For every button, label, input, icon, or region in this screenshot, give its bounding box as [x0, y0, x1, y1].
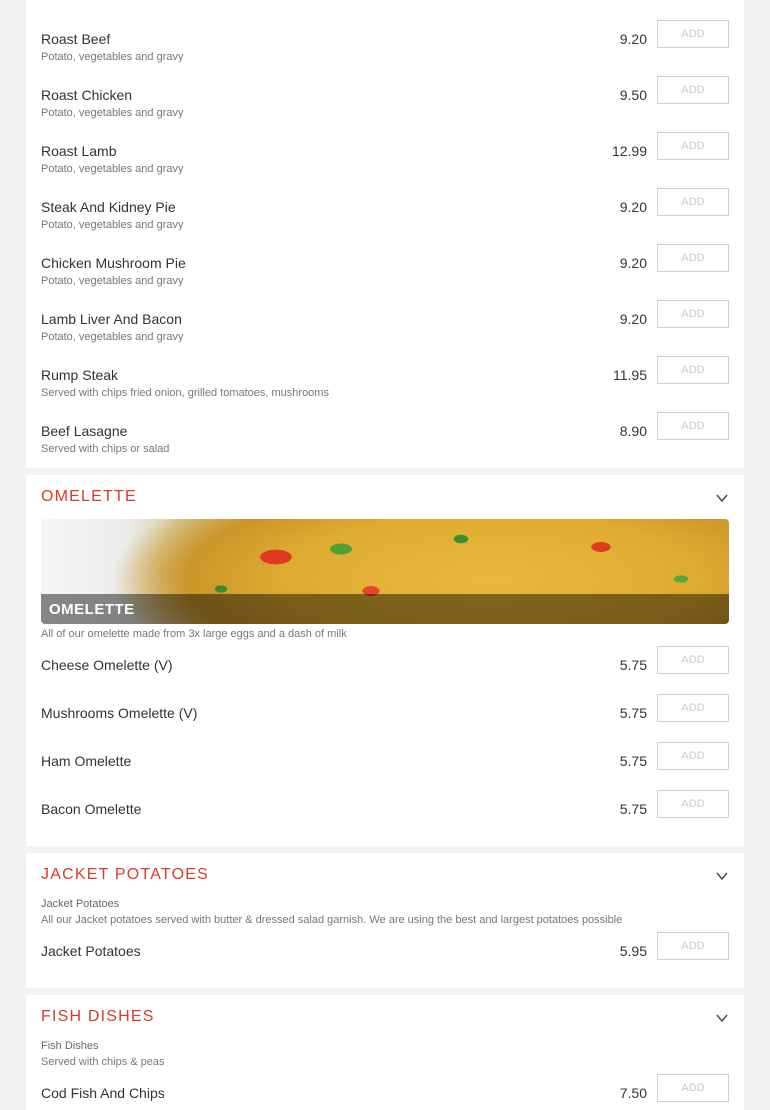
- item-description: Potato, vegetables and gravy: [41, 51, 184, 63]
- item-name: Roast Beef: [41, 31, 111, 47]
- item-price: 5.75: [619, 705, 647, 721]
- menu-item: Cheese Omelette (V) 5.75 ADD: [41, 646, 729, 700]
- add-button[interactable]: ADD: [657, 1074, 729, 1102]
- section-intro: All of our omelette made from 3x large e…: [41, 628, 347, 640]
- section-title[interactable]: FISH DISHES: [41, 1008, 155, 1026]
- item-price: 12.99: [611, 143, 647, 159]
- item-description: Served with chips or salad: [41, 443, 170, 455]
- section-intro-title: Jacket Potatoes: [41, 898, 120, 910]
- add-button[interactable]: ADD: [657, 20, 729, 48]
- add-button[interactable]: ADD: [657, 790, 729, 818]
- menu-item: Lamb Liver And Bacon Potato, vegetables …: [41, 300, 729, 354]
- item-price: 5.75: [619, 753, 647, 769]
- fish-dishes-section-card: FISH DISHES Fish Dishes Served with chip…: [26, 995, 744, 1110]
- item-description: Potato, vegetables and gravy: [41, 219, 184, 231]
- chevron-down-icon[interactable]: [715, 869, 729, 883]
- menu-item: Ham Omelette 5.75 ADD: [41, 742, 729, 796]
- item-price: 5.75: [619, 801, 647, 817]
- item-name: Chicken Mushroom Pie: [41, 255, 186, 271]
- item-name: Beef Lasagne: [41, 423, 128, 439]
- roast-section-card: Roast Beef Potato, vegetables and gravy …: [26, 0, 744, 468]
- section-intro: All our Jacket potatoes served with butt…: [41, 914, 623, 926]
- add-button[interactable]: ADD: [657, 244, 729, 272]
- chevron-down-icon[interactable]: [715, 491, 729, 505]
- menu-item: Roast Beef Potato, vegetables and gravy …: [41, 20, 729, 74]
- item-name: Cheese Omelette (V): [41, 657, 173, 673]
- menu-item: Cod Fish And Chips 7.50 ADD: [41, 1074, 729, 1110]
- menu-item: Rump Steak Served with chips fried onion…: [41, 356, 729, 410]
- menu-item: Roast Lamb Potato, vegetables and gravy …: [41, 132, 729, 186]
- add-button[interactable]: ADD: [657, 742, 729, 770]
- item-price: 9.20: [619, 199, 647, 215]
- item-price: 9.20: [619, 311, 647, 327]
- item-name: Jacket Potatoes: [41, 943, 141, 959]
- menu-item: Roast Chicken Potato, vegetables and gra…: [41, 76, 729, 130]
- menu-item: Bacon Omelette 5.75 ADD: [41, 790, 729, 844]
- item-description: Potato, vegetables and gravy: [41, 163, 184, 175]
- item-description: Potato, vegetables and gravy: [41, 107, 184, 119]
- item-description: Potato, vegetables and gravy: [41, 331, 184, 343]
- menu-item: Jacket Potatoes 5.95 ADD: [41, 932, 729, 986]
- section-title[interactable]: JACKET POTATOES: [41, 866, 209, 884]
- menu-item: Beef Lasagne Served with chips or salad …: [41, 412, 729, 466]
- item-name: Roast Lamb: [41, 143, 117, 159]
- item-description: Served with chips fried onion, grilled t…: [41, 387, 329, 399]
- add-button[interactable]: ADD: [657, 412, 729, 440]
- omelette-banner-image: OMELETTE: [41, 519, 729, 624]
- banner-title: OMELETTE: [49, 601, 135, 618]
- item-price: 7.50: [619, 1085, 647, 1101]
- item-price: 5.95: [619, 943, 647, 959]
- section-intro-title: Fish Dishes: [41, 1040, 99, 1052]
- add-button[interactable]: ADD: [657, 932, 729, 960]
- item-price: 9.50: [619, 87, 647, 103]
- section-intro: Served with chips & peas: [41, 1056, 165, 1068]
- item-price: 9.20: [619, 31, 647, 47]
- add-button[interactable]: ADD: [657, 132, 729, 160]
- menu-item: Chicken Mushroom Pie Potato, vegetables …: [41, 244, 729, 298]
- menu-item: Mushrooms Omelette (V) 5.75 ADD: [41, 694, 729, 748]
- item-name: Steak And Kidney Pie: [41, 199, 176, 215]
- item-price: 11.95: [613, 367, 647, 383]
- item-name: Cod Fish And Chips: [41, 1085, 165, 1101]
- menu-item: Steak And Kidney Pie Potato, vegetables …: [41, 188, 729, 242]
- section-title[interactable]: OMELETTE: [41, 488, 137, 506]
- add-button[interactable]: ADD: [657, 356, 729, 384]
- banner-overlay: [41, 594, 729, 624]
- item-name: Ham Omelette: [41, 753, 132, 769]
- item-price: 5.75: [619, 657, 647, 673]
- item-price: 8.90: [619, 423, 647, 439]
- add-button[interactable]: ADD: [657, 300, 729, 328]
- add-button[interactable]: ADD: [657, 646, 729, 674]
- item-description: Potato, vegetables and gravy: [41, 275, 184, 287]
- item-name: Bacon Omelette: [41, 801, 142, 817]
- item-name: Lamb Liver And Bacon: [41, 311, 182, 327]
- add-button[interactable]: ADD: [657, 188, 729, 216]
- add-button[interactable]: ADD: [657, 694, 729, 722]
- add-button[interactable]: ADD: [657, 76, 729, 104]
- item-name: Roast Chicken: [41, 87, 133, 103]
- item-name: Mushrooms Omelette (V): [41, 705, 198, 721]
- jacket-potatoes-section-card: JACKET POTATOES Jacket Potatoes All our …: [26, 853, 744, 988]
- chevron-down-icon[interactable]: [715, 1011, 729, 1025]
- item-price: 9.20: [619, 255, 647, 271]
- item-name: Rump Steak: [41, 367, 119, 383]
- omelette-section-card: OMELETTE OMELETTE All of our omelette ma…: [26, 475, 744, 846]
